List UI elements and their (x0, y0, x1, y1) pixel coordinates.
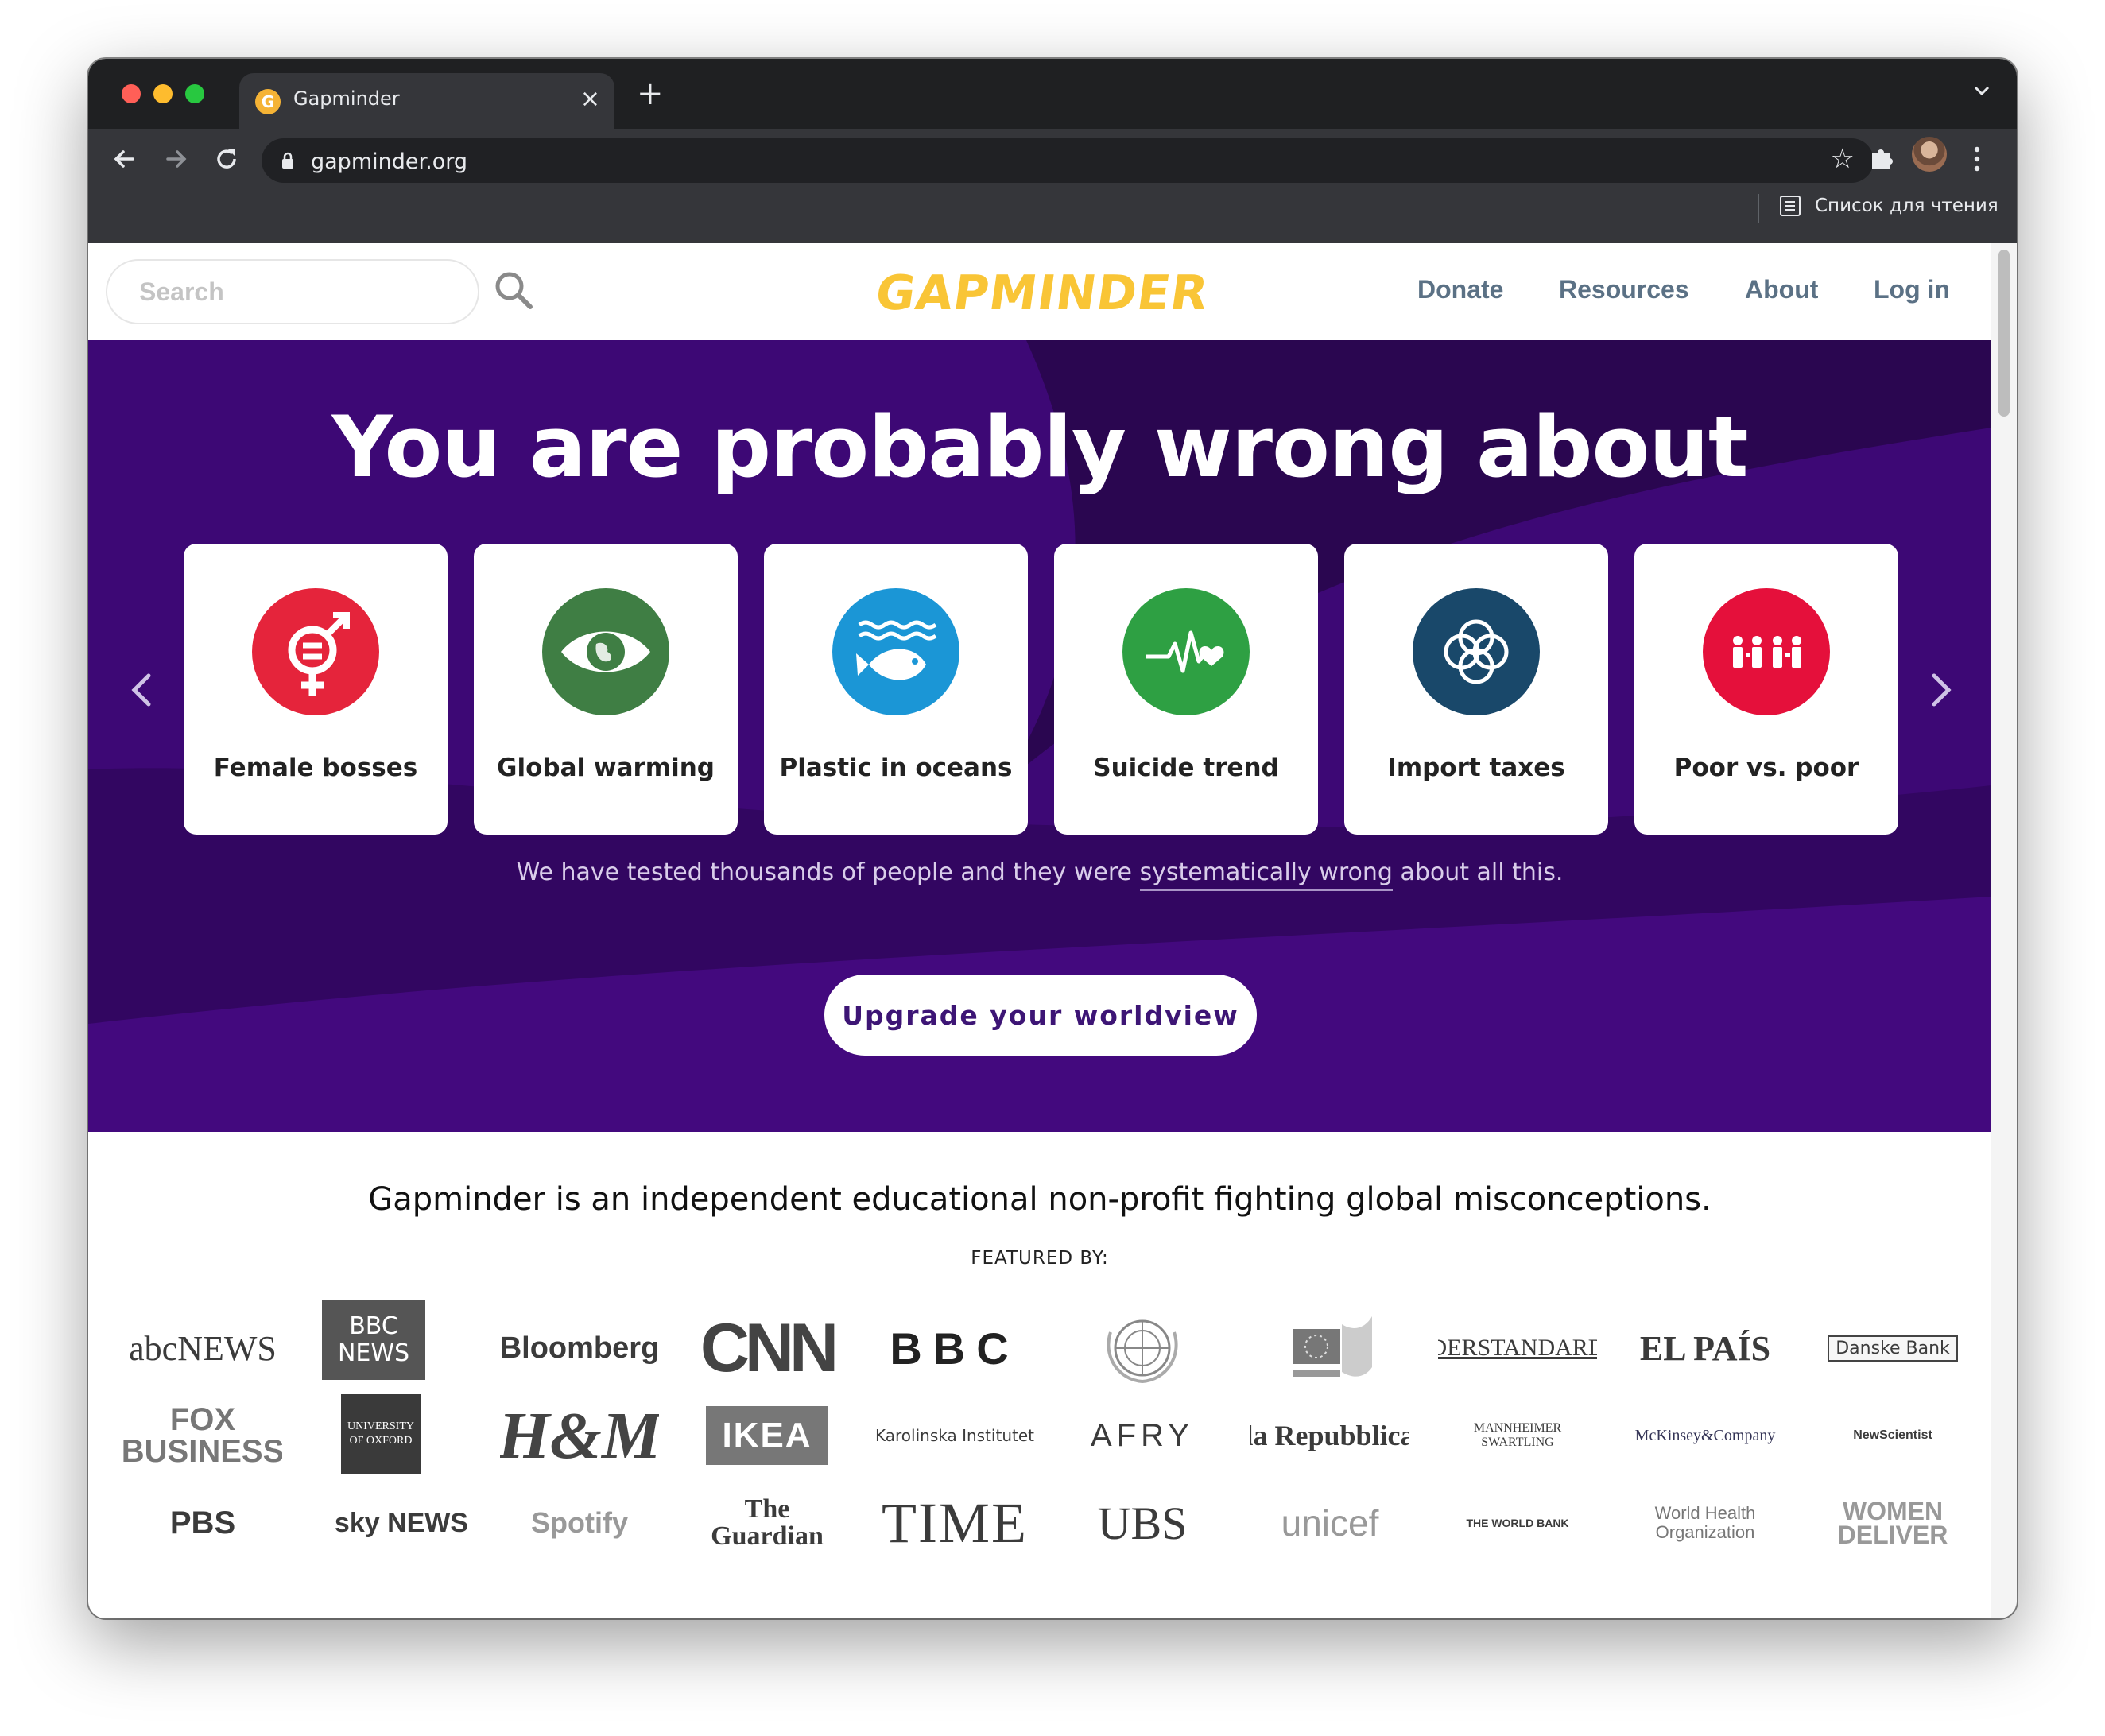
gender-equality-icon (252, 588, 379, 715)
close-icon[interactable]: × (580, 84, 600, 114)
web-page: GAPMINDER Donate Resources About Log in … (88, 243, 1991, 1618)
eye-globe-icon (542, 588, 669, 715)
guardian-logo[interactable]: The Guardian (688, 1483, 847, 1563)
pbs-logo[interactable]: PBS (123, 1483, 282, 1563)
partnership-rings-icon (1413, 588, 1540, 715)
fish-waves-icon (832, 588, 959, 715)
hero-section: You are probably wrong about Female boss… (88, 340, 1991, 1132)
reading-list-button[interactable]: Список для чтения (1815, 196, 1998, 216)
hero-title: You are probably wrong about (331, 398, 1748, 496)
kebab-menu-icon[interactable] (1971, 145, 1983, 173)
mannheimer-swartling-logo[interactable]: MANNHEIMER SWARTLING (1438, 1396, 1597, 1475)
search-input[interactable] (106, 259, 479, 324)
ubs-logo[interactable]: UBS (1063, 1483, 1222, 1563)
topic-card-female-bosses[interactable]: Female bosses (184, 544, 448, 835)
time-logo[interactable]: TIME (875, 1483, 1034, 1563)
united-nations-logo[interactable] (1063, 1308, 1222, 1388)
reading-list-icon[interactable] (1780, 196, 1801, 216)
women-deliver-logo[interactable]: WOMEN DELIVER (1813, 1483, 1972, 1563)
der-standard-logo[interactable]: DERSTANDARD (1438, 1308, 1597, 1388)
un-emblem-icon (1107, 1319, 1178, 1384)
topic-card-plastic-in-oceans[interactable]: Plastic in oceans (764, 544, 1028, 835)
ikea-logo[interactable]: IKEA (688, 1396, 847, 1475)
hm-logo[interactable]: H&M (500, 1396, 659, 1475)
topic-card-suicide-trend[interactable]: Suicide trend (1054, 544, 1318, 835)
who-logo[interactable]: World Health Organization (1626, 1483, 1785, 1563)
featured-by-label: FEATURED BY: (971, 1248, 1109, 1269)
bloomberg-logo[interactable]: Bloomberg (500, 1308, 659, 1388)
browser-toolbar: gapminder.org ☆ (88, 129, 2017, 243)
press-logo-grid: abcNEWS BBC NEWS Bloomberg CNN BBC DERST… (107, 1300, 1991, 1571)
abc-news-logo[interactable]: abcNEWS (123, 1308, 282, 1388)
karolinska-logo[interactable]: Karolinska Institutet (875, 1396, 1034, 1475)
minimize-window-button[interactable] (153, 84, 173, 103)
page-scrollbar[interactable] (1991, 243, 2017, 1618)
carousel-prev-arrow-icon[interactable] (118, 666, 166, 714)
search-icon[interactable] (490, 267, 538, 315)
card-label: Import taxes (1387, 754, 1565, 782)
people-equality-icon (1703, 588, 1830, 715)
site-header: GAPMINDER Donate Resources About Log in (88, 243, 1991, 341)
browser-window: G Gapminder × + gapminder.org ☆ Список д… (88, 59, 2017, 1618)
card-label: Suicide trend (1093, 754, 1279, 782)
sky-news-logo[interactable]: sky NEWS (322, 1483, 481, 1563)
world-bank-logo[interactable]: THE WORLD BANK (1438, 1483, 1597, 1563)
gapminder-favicon-icon: G (255, 89, 281, 114)
scrollbar-thumb[interactable] (1998, 250, 2010, 417)
hero-subtitle-text-end: about all this. (1392, 858, 1564, 886)
tab-strip: G Gapminder × + (88, 59, 2017, 129)
lock-icon (282, 152, 293, 169)
chevron-down-icon[interactable] (1971, 79, 1993, 102)
new-scientist-logo[interactable]: NewScientist (1813, 1396, 1972, 1475)
carousel-next-arrow-icon[interactable] (1917, 666, 1964, 714)
profile-avatar[interactable] (1912, 137, 1947, 172)
back-arrow-icon[interactable] (109, 143, 141, 175)
afry-logo[interactable]: AFRY (1063, 1396, 1222, 1475)
card-label: Plastic in oceans (779, 754, 1013, 782)
la-repubblica-logo[interactable]: la Repubblica (1250, 1396, 1409, 1475)
topic-card-poor-vs-poor[interactable]: Poor vs. poor (1634, 544, 1898, 835)
nav-donate[interactable]: Donate (1417, 275, 1503, 304)
danske-bank-logo[interactable]: Danske Bank (1813, 1308, 1972, 1388)
cnn-logo[interactable]: CNN (688, 1308, 847, 1388)
card-label: Poor vs. poor (1673, 754, 1859, 782)
forward-arrow-icon[interactable] (160, 143, 192, 175)
topic-card-global-warming[interactable]: Global warming (474, 544, 738, 835)
nav-resources[interactable]: Resources (1559, 275, 1689, 304)
upgrade-worldview-button[interactable]: Upgrade your worldview (824, 975, 1257, 1056)
plus-icon[interactable]: + (637, 76, 664, 111)
topic-card-import-taxes[interactable]: Import taxes (1344, 544, 1608, 835)
bookmark-separator (1758, 194, 1759, 223)
european-commission-logo[interactable] (1250, 1308, 1409, 1388)
spotify-logo[interactable]: Spotify (500, 1483, 659, 1563)
unicef-logo[interactable]: unicef (1250, 1483, 1409, 1563)
tagline: Gapminder is an independent educational … (368, 1181, 1712, 1218)
european-commission-icon (1293, 1316, 1372, 1377)
browser-tab[interactable]: G Gapminder × (239, 73, 614, 129)
oxford-logo[interactable]: UNIVERSITY OF OXFORD (341, 1394, 421, 1474)
nav-about[interactable]: About (1745, 275, 1818, 304)
systematically-wrong-link[interactable]: systematically wrong (1139, 858, 1393, 891)
address-bar[interactable]: gapminder.org ☆ (262, 138, 1874, 183)
heartbeat-icon (1122, 588, 1250, 715)
fox-business-logo[interactable]: FOX BUSINESS (123, 1396, 282, 1475)
bbc-logo[interactable]: BBC (875, 1308, 1034, 1388)
card-label: Global warming (497, 754, 715, 782)
url-text: gapminder.org (311, 149, 467, 174)
tab-title: Gapminder (293, 87, 400, 110)
close-window-button[interactable] (122, 84, 141, 103)
bbc-news-logo[interactable]: BBC NEWS (322, 1300, 425, 1380)
card-label: Female bosses (213, 754, 418, 782)
mckinsey-logo[interactable]: McKinsey&Company (1626, 1396, 1785, 1475)
reload-icon[interactable] (211, 143, 242, 175)
star-icon[interactable]: ☆ (1831, 143, 1855, 175)
puzzle-icon[interactable] (1866, 141, 1898, 173)
nav-log-in[interactable]: Log in (1874, 275, 1950, 304)
gapminder-logo[interactable]: GAPMINDER (863, 265, 1221, 321)
hero-subtitle-text: We have tested thousands of people and t… (516, 858, 1140, 886)
hero-subtitle: We have tested thousands of people and t… (88, 858, 1991, 891)
el-pais-logo[interactable]: EL PAÍS (1626, 1308, 1785, 1388)
maximize-window-button[interactable] (185, 84, 204, 103)
